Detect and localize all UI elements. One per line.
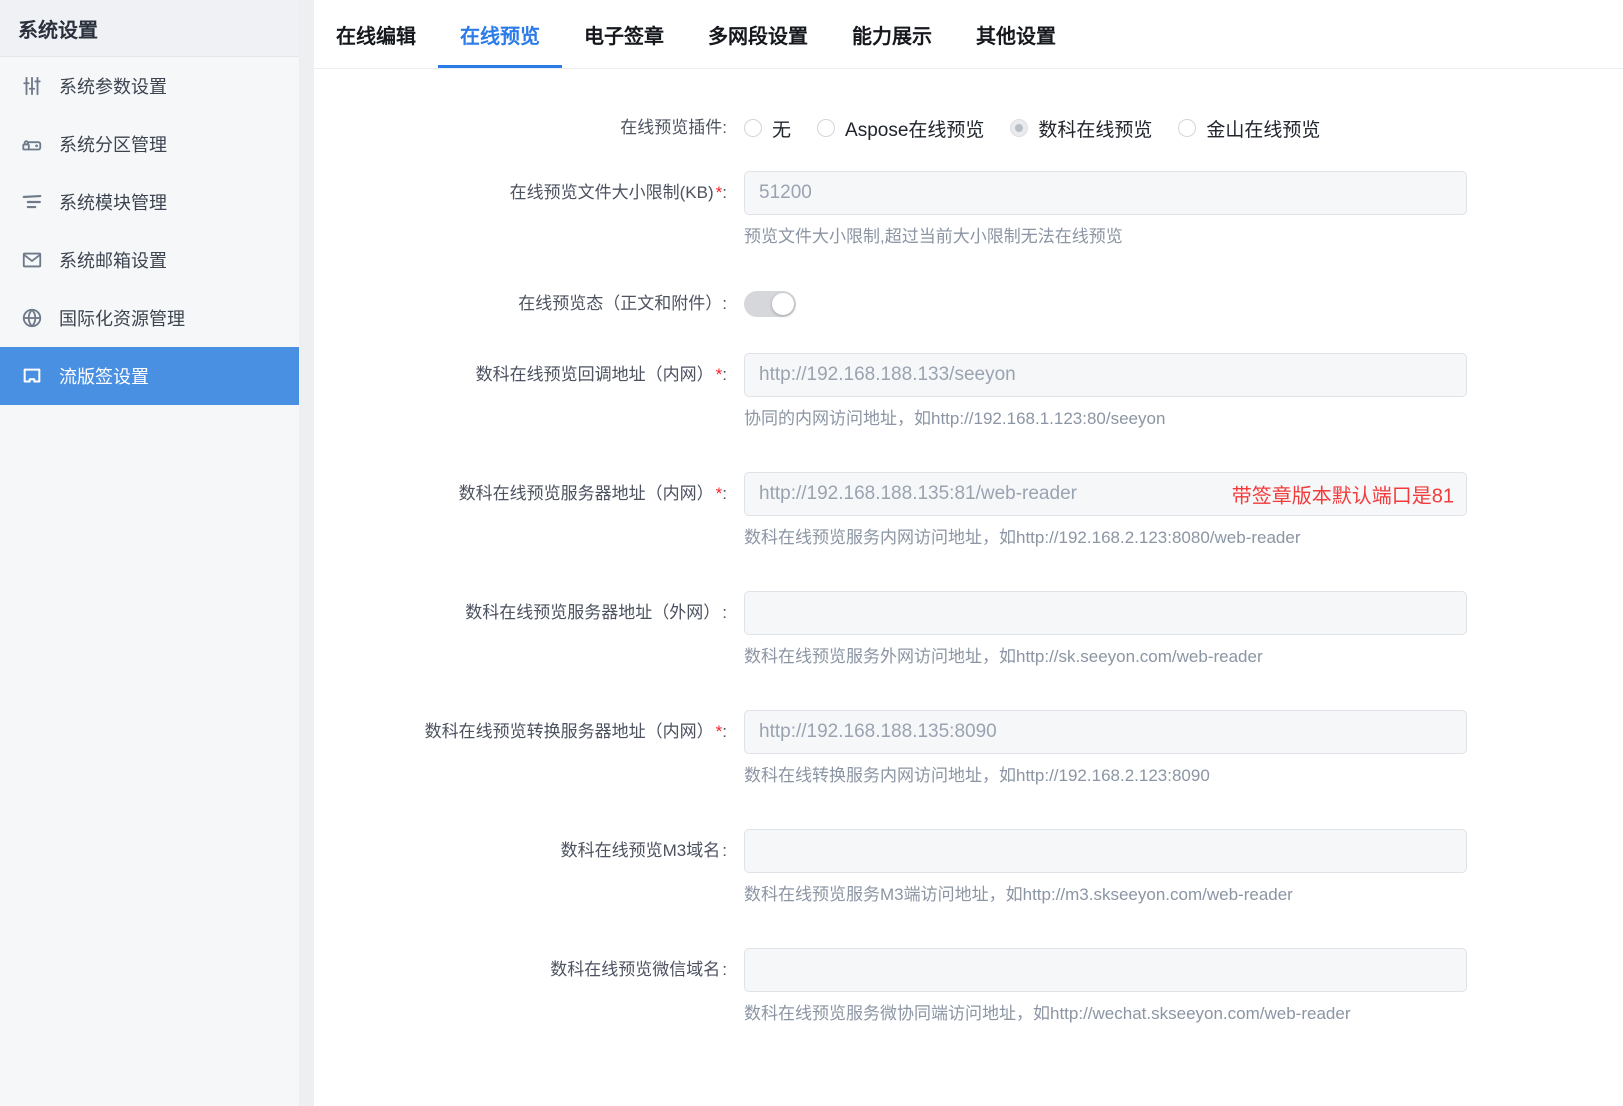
- sidebar-item[interactable]: 流版签设置: [0, 347, 299, 405]
- field-label: 在线预览插件:: [314, 113, 727, 143]
- radio-option[interactable]: 无: [744, 115, 791, 142]
- sidebar-item-label: 系统分区管理: [59, 131, 167, 157]
- radio-circle-icon: [1010, 119, 1028, 137]
- text-input-wrap: [744, 591, 1467, 635]
- text-input-wrap: 带签章版本默认端口是81: [744, 472, 1467, 516]
- radio-option[interactable]: 金山在线预览: [1178, 115, 1320, 142]
- tab-电子签章[interactable]: 电子签章: [562, 0, 686, 68]
- input-field-row: 数科在线预览服务器地址（外网）: 数科在线预览服务外网访问地址，如http://…: [314, 591, 1623, 669]
- tab-bar: 在线编辑在线预览电子签章多网段设置能力展示其他设置: [314, 0, 1623, 69]
- sidebar-items: 系统参数设置 系统分区管理 系统模块管理 系统邮箱设置 国际化资源管理 流版签设…: [0, 57, 299, 1106]
- tab-在线预览[interactable]: 在线预览: [438, 0, 562, 68]
- text-input[interactable]: [744, 171, 1467, 215]
- sidebar-item-label: 国际化资源管理: [59, 305, 185, 331]
- field-label: 数科在线预览M3域名:: [314, 829, 727, 907]
- tab-多网段设置[interactable]: 多网段设置: [686, 0, 830, 68]
- main-panel: 在线编辑在线预览电子签章多网段设置能力展示其他设置 在线预览插件: 无 Aspo…: [314, 0, 1623, 1106]
- helper-text: 数科在线预览服务内网访问地址，如http://192.168.2.123:808…: [744, 526, 1467, 550]
- text-input-wrap: [744, 948, 1467, 992]
- sidebar-item-label: 流版签设置: [59, 363, 149, 389]
- helper-text: 数科在线预览服务M3端访问地址，如http://m3.skseeyon.com/…: [744, 883, 1467, 907]
- radio-group: 无 Aspose在线预览 数科在线预览 金山在线预览: [744, 113, 1623, 143]
- globe-icon: [20, 306, 44, 330]
- monitor-icon: [20, 364, 44, 388]
- sliders-icon: [20, 74, 44, 98]
- sidebar: 系统设置 系统参数设置 系统分区管理 系统模块管理 系统邮箱设置 国际化资源管理…: [0, 0, 299, 1106]
- helper-text: 数科在线转换服务内网访问地址，如http://192.168.2.123:809…: [744, 764, 1467, 788]
- toggle-switch[interactable]: [744, 291, 796, 317]
- sidebar-divider: [299, 0, 314, 1106]
- tab-能力展示[interactable]: 能力展示: [830, 0, 954, 68]
- toggle-field-row: 在线预览态（正文和附件）:: [314, 289, 1623, 319]
- text-input-wrap: [744, 829, 1467, 873]
- sidebar-item[interactable]: 系统参数设置: [0, 57, 299, 115]
- radio-option-label: 无: [772, 115, 791, 142]
- sidebar-item[interactable]: 国际化资源管理: [0, 289, 299, 347]
- input-field-row: 在线预览文件大小限制(KB)*: 预览文件大小限制,超过当前大小限制无法在线预览: [314, 171, 1623, 249]
- radio-circle-icon: [1178, 119, 1196, 137]
- radio-option[interactable]: Aspose在线预览: [817, 115, 984, 142]
- field-label: 数科在线预览转换服务器地址（内网）*:: [314, 710, 727, 788]
- field-label: 在线预览文件大小限制(KB)*:: [314, 171, 727, 249]
- app-window: 系统设置 系统参数设置 系统分区管理 系统模块管理 系统邮箱设置 国际化资源管理…: [0, 0, 1623, 1106]
- settings-form: 在线预览插件: 无 Aspose在线预览 数科在线预览 金山在线预览 在线预览文…: [314, 69, 1623, 1106]
- field-label: 数科在线预览微信域名:: [314, 948, 727, 1026]
- text-input[interactable]: [744, 353, 1467, 397]
- text-input[interactable]: [744, 710, 1467, 754]
- helper-text: 数科在线预览服务外网访问地址，如http://sk.seeyon.com/web…: [744, 645, 1467, 669]
- radio-circle-icon: [744, 119, 762, 137]
- sidebar-item-label: 系统模块管理: [59, 189, 167, 215]
- toggle-knob-icon: [772, 293, 794, 315]
- sidebar-item-label: 系统邮箱设置: [59, 247, 167, 273]
- field-label: 数科在线预览回调地址（内网）*:: [314, 353, 727, 431]
- sidebar-title: 系统设置: [0, 0, 299, 57]
- input-field-row: 数科在线预览服务器地址（内网）*: 带签章版本默认端口是81 数科在线预览服务内…: [314, 472, 1623, 550]
- text-input[interactable]: [744, 829, 1467, 873]
- field-label: 数科在线预览服务器地址（内网）*:: [314, 472, 727, 550]
- radio-option-label: Aspose在线预览: [845, 115, 984, 142]
- tab-在线编辑[interactable]: 在线编辑: [314, 0, 438, 68]
- text-input[interactable]: [744, 591, 1467, 635]
- tab-其他设置[interactable]: 其他设置: [954, 0, 1078, 68]
- sidebar-item[interactable]: 系统模块管理: [0, 173, 299, 231]
- radio-option-label: 金山在线预览: [1206, 115, 1320, 142]
- sidebar-item[interactable]: 系统邮箱设置: [0, 231, 299, 289]
- radio-option-label: 数科在线预览: [1038, 115, 1152, 142]
- input-field-row: 数科在线预览微信域名: 数科在线预览服务微协同端访问地址，如http://wec…: [314, 948, 1623, 1026]
- text-input-wrap: [744, 353, 1467, 397]
- sidebar-item[interactable]: 系统分区管理: [0, 115, 299, 173]
- helper-text: 协同的内网访问地址，如http://192.168.1.123:80/seeyo…: [744, 407, 1467, 431]
- text-input[interactable]: [744, 948, 1467, 992]
- mail-icon: [20, 248, 44, 272]
- field-label: 数科在线预览服务器地址（外网）:: [314, 591, 727, 669]
- input-field-row: 数科在线预览转换服务器地址（内网）*: 数科在线转换服务内网访问地址，如http…: [314, 710, 1623, 788]
- text-input-wrap: [744, 710, 1467, 754]
- text-input-wrap: [744, 171, 1467, 215]
- annotation-text: 带签章版本默认端口是81: [1232, 480, 1454, 509]
- input-field-row: 数科在线预览M3域名: 数科在线预览服务M3端访问地址，如http://m3.s…: [314, 829, 1623, 907]
- partition-lock-icon: [20, 132, 44, 156]
- radio-circle-icon: [817, 119, 835, 137]
- radio-field-row: 在线预览插件: 无 Aspose在线预览 数科在线预览 金山在线预览: [314, 113, 1623, 143]
- field-label: 在线预览态（正文和附件）:: [314, 289, 727, 319]
- helper-text: 预览文件大小限制,超过当前大小限制无法在线预览: [744, 225, 1467, 249]
- radio-option[interactable]: 数科在线预览: [1010, 115, 1152, 142]
- module-list-icon: [20, 190, 44, 214]
- input-field-row: 数科在线预览回调地址（内网）*: 协同的内网访问地址，如http://192.1…: [314, 353, 1623, 431]
- sidebar-item-label: 系统参数设置: [59, 73, 167, 99]
- helper-text: 数科在线预览服务微协同端访问地址，如http://wechat.skseeyon…: [744, 1002, 1467, 1026]
